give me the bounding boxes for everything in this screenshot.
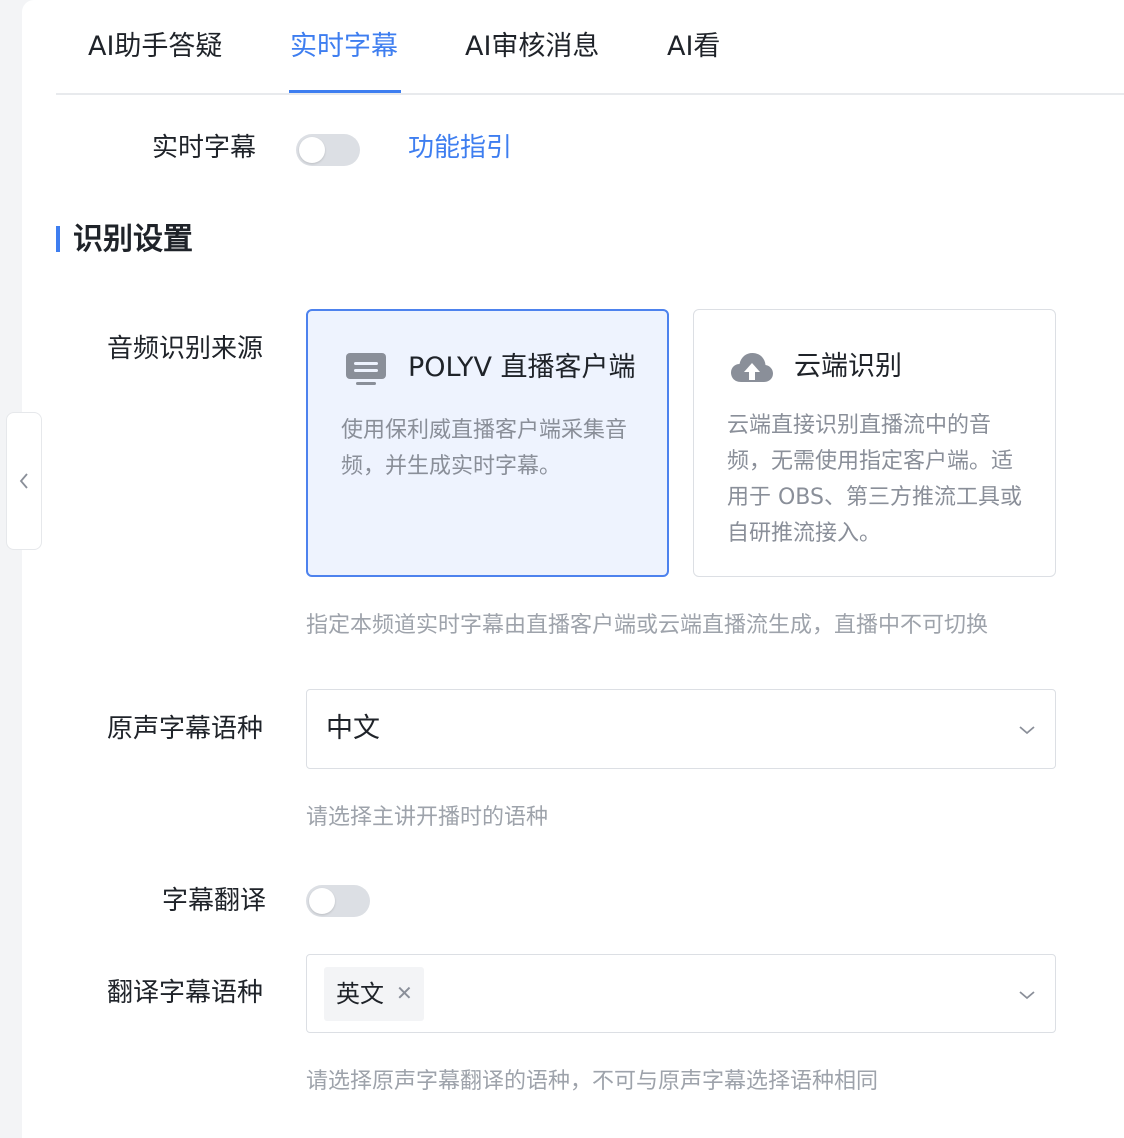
card-description: 使用保利威直播客户端采集音频，并生成实时字幕。 — [341, 418, 628, 479]
feature-guide-link[interactable]: 功能指引 — [408, 130, 512, 166]
audio-source-label: 音频识别来源 — [107, 334, 264, 364]
remove-tag-icon[interactable]: ✕ — [396, 978, 413, 1008]
cloud-upload-icon — [731, 353, 773, 382]
audio-source-option-cloud[interactable]: 云端识别 云端直接识别直播流中的音频，无需使用指定客户端。适用于 OBS、第三方… — [693, 309, 1056, 577]
tag-label: 英文 — [336, 980, 384, 1008]
chevron-left-icon — [19, 473, 28, 489]
section-accent-bar — [56, 226, 60, 252]
selected-value: 中文 — [326, 713, 380, 744]
audio-source-hint: 指定本频道实时字幕由直播客户端或云端直播流生成，直播中不可切换 — [306, 613, 989, 638]
target-language-select[interactable]: 英文 ✕ — [306, 954, 1056, 1033]
target-language-label: 翻译字幕语种 — [107, 978, 264, 1008]
source-language-label: 原声字幕语种 — [107, 714, 264, 744]
switch-knob — [309, 888, 335, 914]
language-tag: 英文 ✕ — [324, 967, 424, 1021]
realtime-subtitle-switch[interactable] — [296, 134, 360, 166]
realtime-subtitle-label: 实时字幕 — [152, 133, 257, 163]
tab-ai-watch[interactable]: AI看 — [667, 28, 720, 66]
chevron-down-icon — [1019, 991, 1035, 1000]
section-title: 识别设置 — [73, 222, 193, 257]
source-language-select[interactable]: 中文 — [306, 689, 1056, 769]
tab-realtime-subtitle[interactable]: 实时字幕 — [290, 28, 398, 66]
source-language-hint: 请选择主讲开播时的语种 — [306, 805, 549, 830]
card-description: 云端直接识别直播流中的音频，无需使用指定客户端。适用于 OBS、第三方推流工具或… — [727, 413, 1022, 546]
audio-source-option-client[interactable]: POLYV 直播客户端 使用保利威直播客户端采集音频，并生成实时字幕。 — [306, 309, 669, 577]
monitor-icon — [346, 353, 386, 385]
active-tab-indicator — [289, 90, 401, 93]
collapse-sidebar-button[interactable] — [6, 412, 42, 550]
target-language-hint: 请选择原声字幕翻译的语种，不可与原声字幕选择语种相同 — [306, 1069, 879, 1094]
card-title: 云端识别 — [794, 351, 902, 382]
card-title: POLYV 直播客户端 — [408, 352, 636, 383]
switch-knob — [299, 137, 325, 163]
tab-ai-assistant[interactable]: AI助手答疑 — [88, 28, 222, 66]
chevron-down-icon — [1019, 726, 1035, 735]
subtitle-translation-switch[interactable] — [306, 885, 370, 917]
subtitle-translation-label: 字幕翻译 — [162, 886, 267, 916]
tab-ai-review[interactable]: AI审核消息 — [465, 28, 599, 66]
